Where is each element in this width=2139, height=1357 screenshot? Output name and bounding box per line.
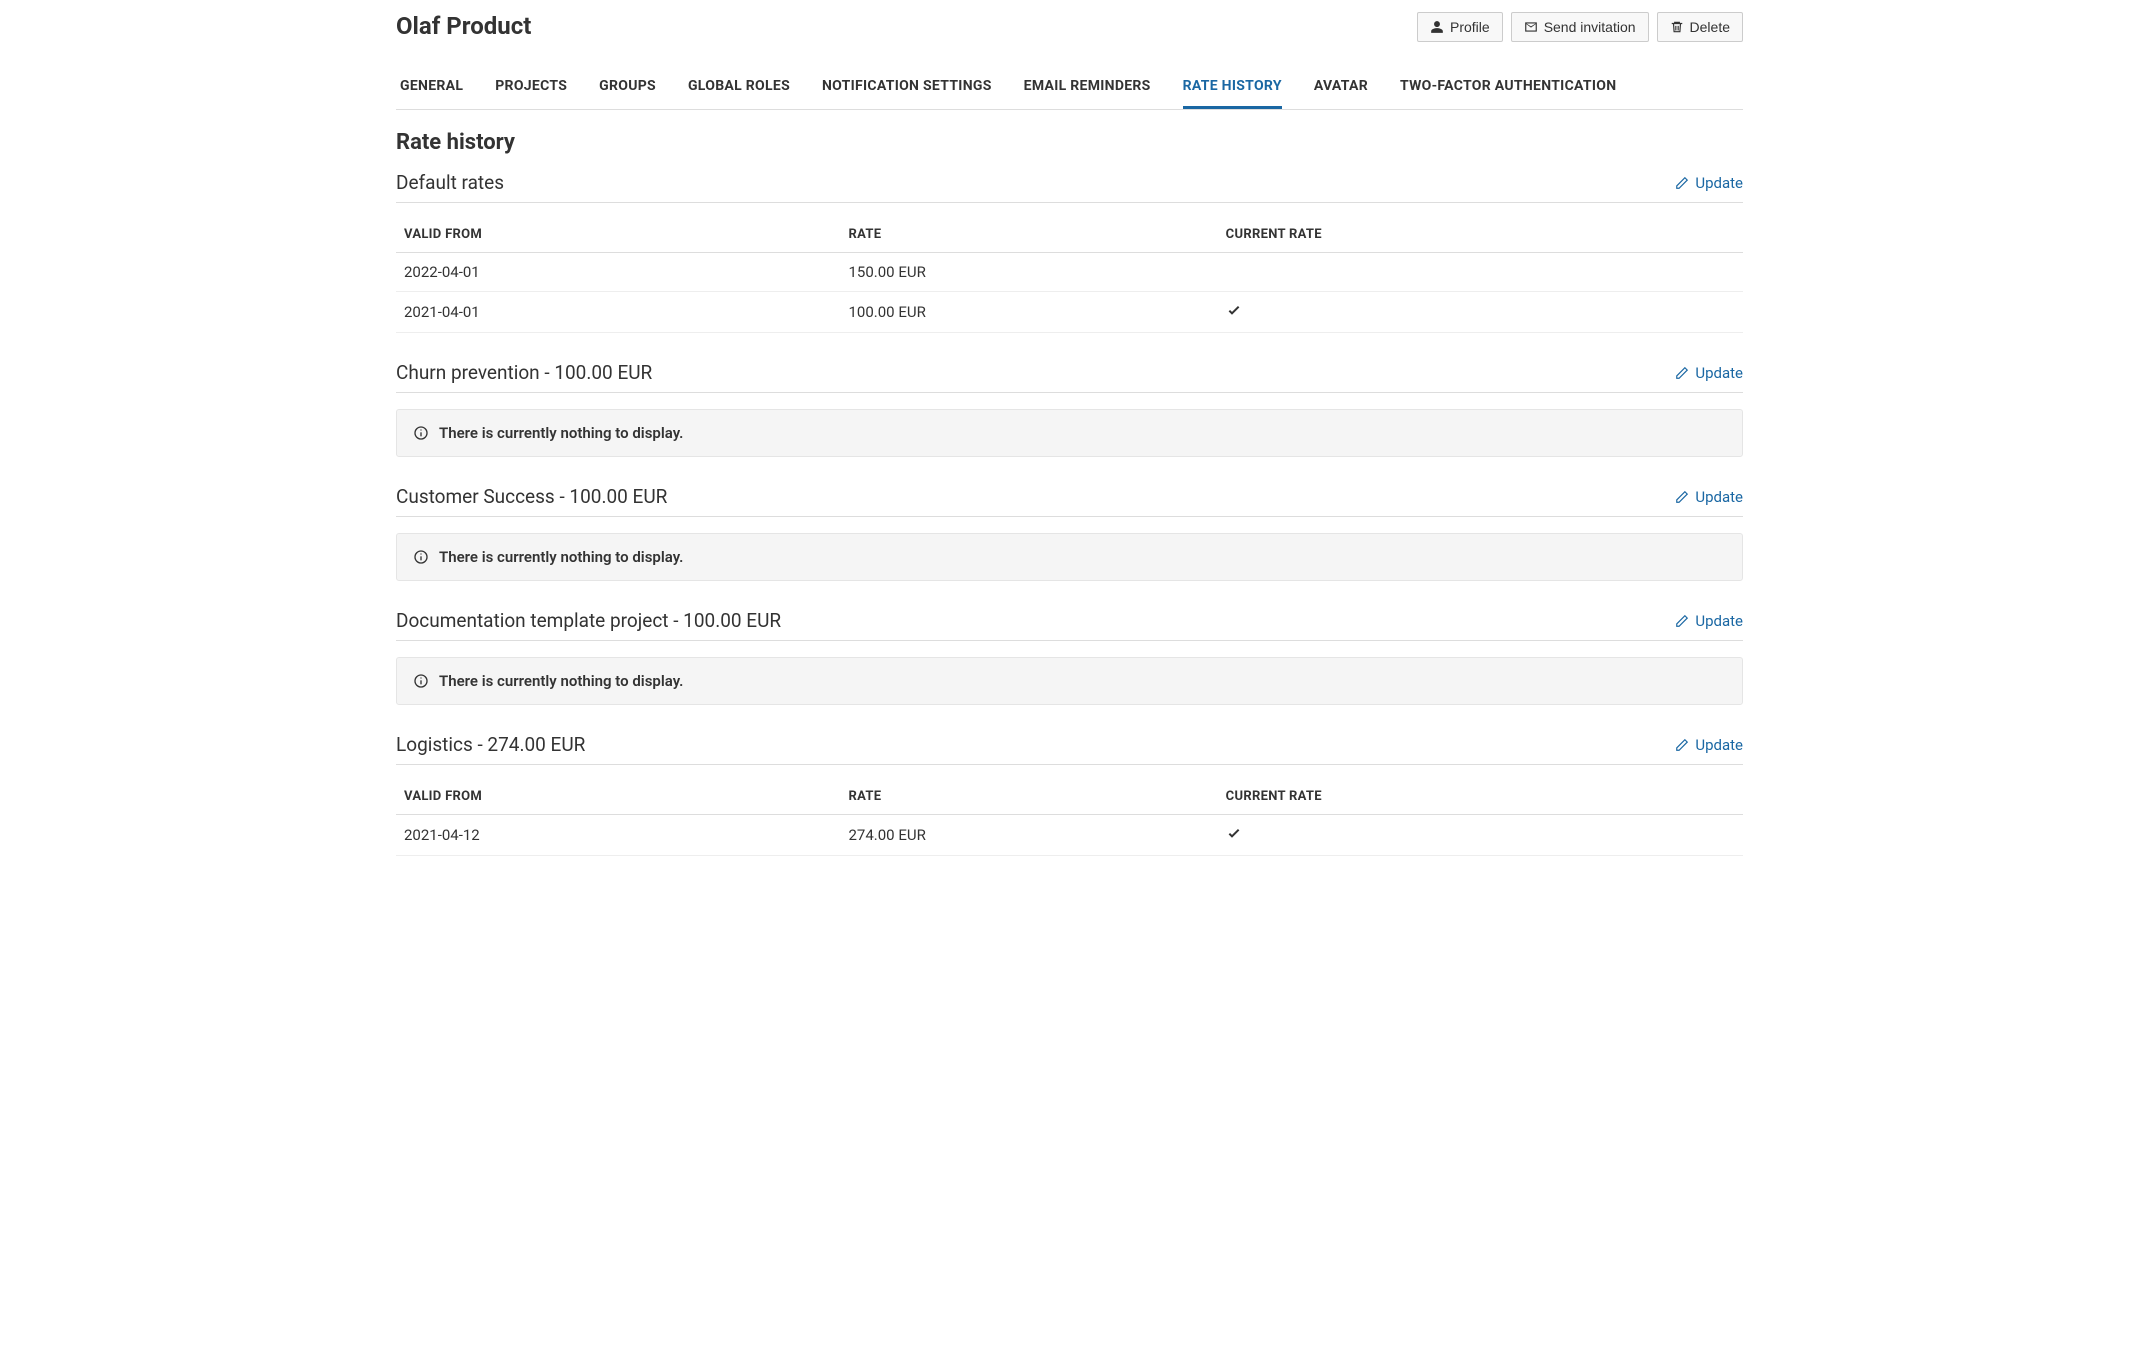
- pencil-icon: [1675, 490, 1689, 504]
- section-heading: Rate history: [396, 130, 1743, 155]
- update-link[interactable]: Update: [1675, 364, 1743, 382]
- rate-section-header: Churn prevention - 100.00 EUR Update: [396, 361, 1743, 393]
- update-label: Update: [1695, 736, 1743, 754]
- update-label: Update: [1695, 612, 1743, 630]
- update-label: Update: [1695, 364, 1743, 382]
- empty-message: There is currently nothing to display.: [439, 672, 683, 690]
- pencil-icon: [1675, 176, 1689, 190]
- tabs: GENERAL PROJECTS GROUPS GLOBAL ROLES NOTIFIC…: [396, 66, 1743, 110]
- update-link[interactable]: Update: [1675, 174, 1743, 192]
- page-title: Olaf Product: [396, 12, 531, 40]
- update-link[interactable]: Update: [1675, 736, 1743, 754]
- rate-section-title: Documentation template project - 100.00 …: [396, 609, 781, 632]
- send-invitation-label: Send invitation: [1544, 19, 1636, 35]
- rate-section-title: Logistics - 274.00 EUR: [396, 733, 585, 756]
- tab-two-factor-authentication[interactable]: TWO-FACTOR AUTHENTICATION: [1400, 66, 1616, 109]
- cell-valid-from: 2022-04-01: [396, 253, 841, 292]
- profile-button[interactable]: Profile: [1417, 12, 1503, 42]
- tab-rate-history[interactable]: RATE HISTORY: [1183, 66, 1282, 109]
- delete-label: Delete: [1690, 19, 1730, 35]
- tab-notification-settings[interactable]: NOTIFICATION SETTINGS: [822, 66, 992, 109]
- column-header-valid-from: VALID FROM: [396, 773, 841, 815]
- check-icon: [1226, 302, 1242, 318]
- rate-section-header: Default rates Update: [396, 171, 1743, 203]
- cell-current: [1218, 815, 1743, 856]
- send-invitation-button[interactable]: Send invitation: [1511, 12, 1649, 42]
- rate-section: Default rates Update VALID FROMRATECURRENT…: [396, 171, 1743, 333]
- empty-message: There is currently nothing to display.: [439, 548, 683, 566]
- rate-section-title: Default rates: [396, 171, 504, 194]
- tab-general[interactable]: GENERAL: [400, 66, 463, 109]
- check-icon: [1226, 825, 1242, 841]
- pencil-icon: [1675, 366, 1689, 380]
- empty-message: There is currently nothing to display.: [439, 424, 683, 442]
- rate-section: Logistics - 274.00 EUR Update VALID FROMRA…: [396, 733, 1743, 856]
- update-label: Update: [1695, 174, 1743, 192]
- cell-rate: 274.00 EUR: [841, 815, 1218, 856]
- rate-section-header: Logistics - 274.00 EUR Update: [396, 733, 1743, 765]
- empty-banner: There is currently nothing to display.: [396, 657, 1743, 705]
- rate-section: Documentation template project - 100.00 …: [396, 609, 1743, 705]
- empty-banner: There is currently nothing to display.: [396, 409, 1743, 457]
- rate-section: Churn prevention - 100.00 EUR Update There…: [396, 361, 1743, 457]
- profile-label: Profile: [1450, 19, 1490, 35]
- column-header-current-rate: CURRENT RATE: [1218, 211, 1743, 253]
- rate-table: VALID FROMRATECURRENT RATE2021-04-12274.…: [396, 773, 1743, 856]
- empty-banner: There is currently nothing to display.: [396, 533, 1743, 581]
- cell-rate: 100.00 EUR: [841, 292, 1218, 333]
- cell-valid-from: 2021-04-01: [396, 292, 841, 333]
- cell-current: [1218, 292, 1743, 333]
- info-icon: [413, 425, 429, 441]
- info-icon: [413, 549, 429, 565]
- cell-valid-from: 2021-04-12: [396, 815, 841, 856]
- table-row: 2022-04-01150.00 EUR: [396, 253, 1743, 292]
- rate-section-header: Documentation template project - 100.00 …: [396, 609, 1743, 641]
- update-link[interactable]: Update: [1675, 612, 1743, 630]
- pencil-icon: [1675, 738, 1689, 752]
- tab-global-roles[interactable]: GLOBAL ROLES: [688, 66, 790, 109]
- rate-section-title: Churn prevention - 100.00 EUR: [396, 361, 652, 384]
- info-icon: [413, 673, 429, 689]
- table-row: 2021-04-01100.00 EUR: [396, 292, 1743, 333]
- update-link[interactable]: Update: [1675, 488, 1743, 506]
- tab-groups[interactable]: GROUPS: [599, 66, 656, 109]
- tab-email-reminders[interactable]: EMAIL REMINDERS: [1024, 66, 1151, 109]
- table-row: 2021-04-12274.00 EUR: [396, 815, 1743, 856]
- update-label: Update: [1695, 488, 1743, 506]
- rate-section-header: Customer Success - 100.00 EUR Update: [396, 485, 1743, 517]
- mail-icon: [1524, 20, 1538, 34]
- rate-section: Customer Success - 100.00 EUR Update There…: [396, 485, 1743, 581]
- delete-button[interactable]: Delete: [1657, 12, 1743, 42]
- trash-icon: [1670, 20, 1684, 34]
- user-icon: [1430, 20, 1444, 34]
- cell-rate: 150.00 EUR: [841, 253, 1218, 292]
- rate-table: VALID FROMRATECURRENT RATE2022-04-01150.…: [396, 211, 1743, 333]
- column-header-current-rate: CURRENT RATE: [1218, 773, 1743, 815]
- pencil-icon: [1675, 614, 1689, 628]
- tab-projects[interactable]: PROJECTS: [495, 66, 567, 109]
- rate-section-title: Customer Success - 100.00 EUR: [396, 485, 667, 508]
- tab-avatar[interactable]: AVATAR: [1314, 66, 1368, 109]
- cell-current: [1218, 253, 1743, 292]
- column-header-rate: RATE: [841, 773, 1218, 815]
- toolbar: Profile Send invitation Delete: [1417, 12, 1743, 42]
- column-header-rate: RATE: [841, 211, 1218, 253]
- column-header-valid-from: VALID FROM: [396, 211, 841, 253]
